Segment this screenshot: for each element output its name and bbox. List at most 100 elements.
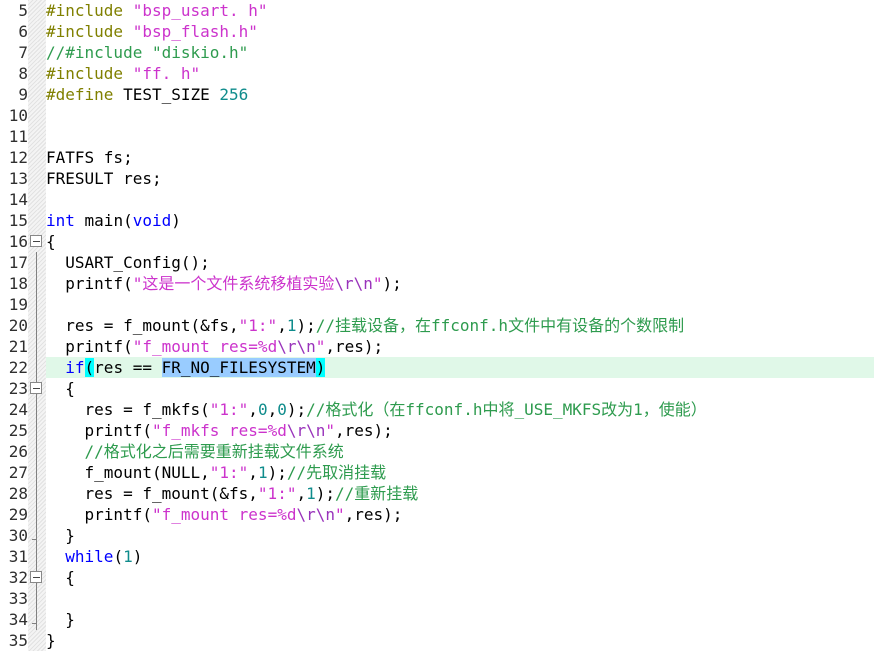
code-line-content[interactable]: printf("这是一个文件系统移植实验\r\n"); [46, 273, 874, 294]
code-line-content[interactable]: } [46, 630, 874, 651]
code-line-content[interactable]: #include "bsp_usart. h" [46, 0, 874, 21]
code-line[interactable]: 15 int main(void) [0, 210, 874, 231]
code-token-esc: \r\n [286, 421, 326, 440]
code-line[interactable]: 24 res = f_mkfs("1:",0,0);//格式化（在ffconf.… [0, 399, 874, 420]
code-line-content[interactable]: #define TEST_SIZE 256 [46, 84, 874, 105]
code-line-content[interactable]: printf("f_mkfs res=%d\r\n",res); [46, 420, 874, 441]
code-line-content[interactable]: printf("f_mount res=%d\r\n",res); [46, 336, 874, 357]
code-line-content[interactable]: #include "ff. h" [46, 63, 874, 84]
code-line[interactable]: 5 #include "bsp_usart. h" [0, 0, 874, 21]
code-token-str: " [335, 505, 345, 524]
code-line-content[interactable]: USART_Config(); [46, 252, 874, 273]
line-number: 28 [0, 483, 28, 504]
fold-toggle-icon[interactable] [30, 235, 42, 247]
code-line[interactable]: 22 if(res == FR_NO_FILESYSTEM) [0, 357, 874, 378]
code-token-str: " [315, 337, 326, 356]
code-line[interactable]: 26 //格式化之后需要重新挂载文件系统 [0, 441, 874, 462]
fold-guide-line [36, 525, 37, 546]
line-number: 34 [0, 609, 28, 630]
code-token-plain: } [46, 610, 75, 629]
code-token-plain: ); [296, 316, 316, 335]
code-line[interactable]: 10 [0, 105, 874, 126]
code-line[interactable]: 34 } [0, 609, 874, 630]
code-line-content[interactable]: //#include "diskio.h" [46, 42, 874, 63]
code-line[interactable]: 21 printf("f_mount res=%d\r\n",res); [0, 336, 874, 357]
code-token-str: "这是一个文件系统移植实验 [132, 274, 335, 293]
code-line[interactable]: 7 //#include "diskio.h" [0, 42, 874, 63]
code-line-content[interactable] [46, 189, 874, 210]
code-line-content[interactable]: if(res == FR_NO_FILESYSTEM) [46, 357, 874, 378]
code-line[interactable]: 17 USART_Config(); [0, 252, 874, 273]
code-line[interactable]: 23 { [0, 378, 874, 399]
code-token-plain: ); [382, 274, 402, 293]
fold-guide-line [36, 483, 37, 504]
code-line-content[interactable] [46, 126, 874, 147]
code-line-content[interactable]: } [46, 525, 874, 546]
code-line[interactable]: 11 [0, 126, 874, 147]
fold-band [28, 483, 46, 504]
code-line[interactable]: 27 f_mount(NULL,"1:",1);//先取消挂载 [0, 462, 874, 483]
code-line-content[interactable]: res = f_mount(&fs,"1:",1);//重新挂载 [46, 483, 874, 504]
code-line[interactable]: 29 printf("f_mount res=%d\r\n",res); [0, 504, 874, 525]
code-line[interactable]: 13 FRESULT res; [0, 168, 874, 189]
code-line-content[interactable]: f_mount(NULL,"1:",1);//先取消挂载 [46, 462, 874, 483]
fold-toggle-icon[interactable] [30, 382, 42, 394]
code-line[interactable]: 33 [0, 588, 874, 609]
code-token-str: "1:" [209, 400, 249, 419]
code-token-plain: res = f_mount(&fs, [46, 316, 239, 335]
code-line[interactable]: 16 { [0, 231, 874, 252]
code-line[interactable]: 20 res = f_mount(&fs,"1:",1);//挂载设备，在ffc… [0, 315, 874, 336]
code-line[interactable]: 31 while(1) [0, 546, 874, 567]
code-token-plain: USART_Config(); [46, 253, 210, 272]
code-line-content[interactable]: { [46, 378, 874, 399]
code-token-plain: ); [286, 400, 307, 419]
code-line-content[interactable]: FRESULT res; [46, 168, 874, 189]
line-number: 22 [0, 357, 28, 378]
code-line-content[interactable]: while(1) [46, 546, 874, 567]
code-token-kw: void [132, 211, 172, 230]
code-line-content[interactable]: //格式化之后需要重新挂载文件系统 [46, 441, 874, 462]
code-line[interactable]: 19 [0, 294, 874, 315]
code-editor[interactable]: 5 #include "bsp_usart. h" 6 #include "bsp_f… [0, 0, 874, 653]
fold-band [28, 420, 46, 441]
code-line-content[interactable]: } [46, 609, 874, 630]
code-line-content[interactable]: res = f_mount(&fs,"1:",1);//挂载设备，在ffconf… [46, 315, 874, 336]
code-line[interactable]: 25 printf("f_mkfs res=%d\r\n",res); [0, 420, 874, 441]
line-number: 26 [0, 441, 28, 462]
fold-band [28, 63, 46, 84]
code-line[interactable]: 12 FATFS fs; [0, 147, 874, 168]
code-line-content[interactable]: #include "bsp_flash.h" [46, 21, 874, 42]
code-line-content[interactable] [46, 588, 874, 609]
code-token-esc: \r\n [334, 274, 373, 293]
code-token-plain: { [46, 568, 75, 587]
line-number: 7 [0, 42, 28, 63]
code-line-content[interactable] [46, 294, 874, 315]
line-number: 25 [0, 420, 28, 441]
code-line[interactable]: 28 res = f_mount(&fs,"1:",1);//重新挂载 [0, 483, 874, 504]
code-line-content[interactable]: printf("f_mount res=%d\r\n",res); [46, 504, 874, 525]
code-line[interactable]: 18 printf("这是一个文件系统移植实验\r\n"); [0, 273, 874, 294]
code-line-content[interactable] [46, 105, 874, 126]
code-line-content[interactable]: { [46, 567, 874, 588]
code-line[interactable]: 32 { [0, 567, 874, 588]
code-line[interactable]: 9 #define TEST_SIZE 256 [0, 84, 874, 105]
code-line[interactable]: 14 [0, 189, 874, 210]
code-line[interactable]: 8 #include "ff. h" [0, 63, 874, 84]
code-line-content[interactable]: res = f_mkfs("1:",0,0);//格式化（在ffconf.h中将… [46, 399, 874, 420]
fold-band [28, 609, 46, 630]
code-token-num: 256 [219, 85, 249, 104]
code-line[interactable]: 35} [0, 630, 874, 651]
code-token-plain: , [296, 484, 307, 503]
fold-toggle-icon[interactable] [30, 571, 42, 583]
code-line[interactable]: 30 } [0, 525, 874, 546]
line-number: 5 [0, 0, 28, 21]
code-line-content[interactable]: { [46, 231, 874, 252]
code-line[interactable]: 6 #include "bsp_flash.h" [0, 21, 874, 42]
code-token-plain: printf( [46, 505, 152, 524]
code-token-plain: ,res); [344, 505, 403, 524]
code-line-content[interactable]: int main(void) [46, 210, 874, 231]
fold-band [28, 126, 46, 147]
code-line-content[interactable]: FATFS fs; [46, 147, 874, 168]
fold-band [28, 168, 46, 189]
code-token-num: 1 [306, 484, 316, 503]
